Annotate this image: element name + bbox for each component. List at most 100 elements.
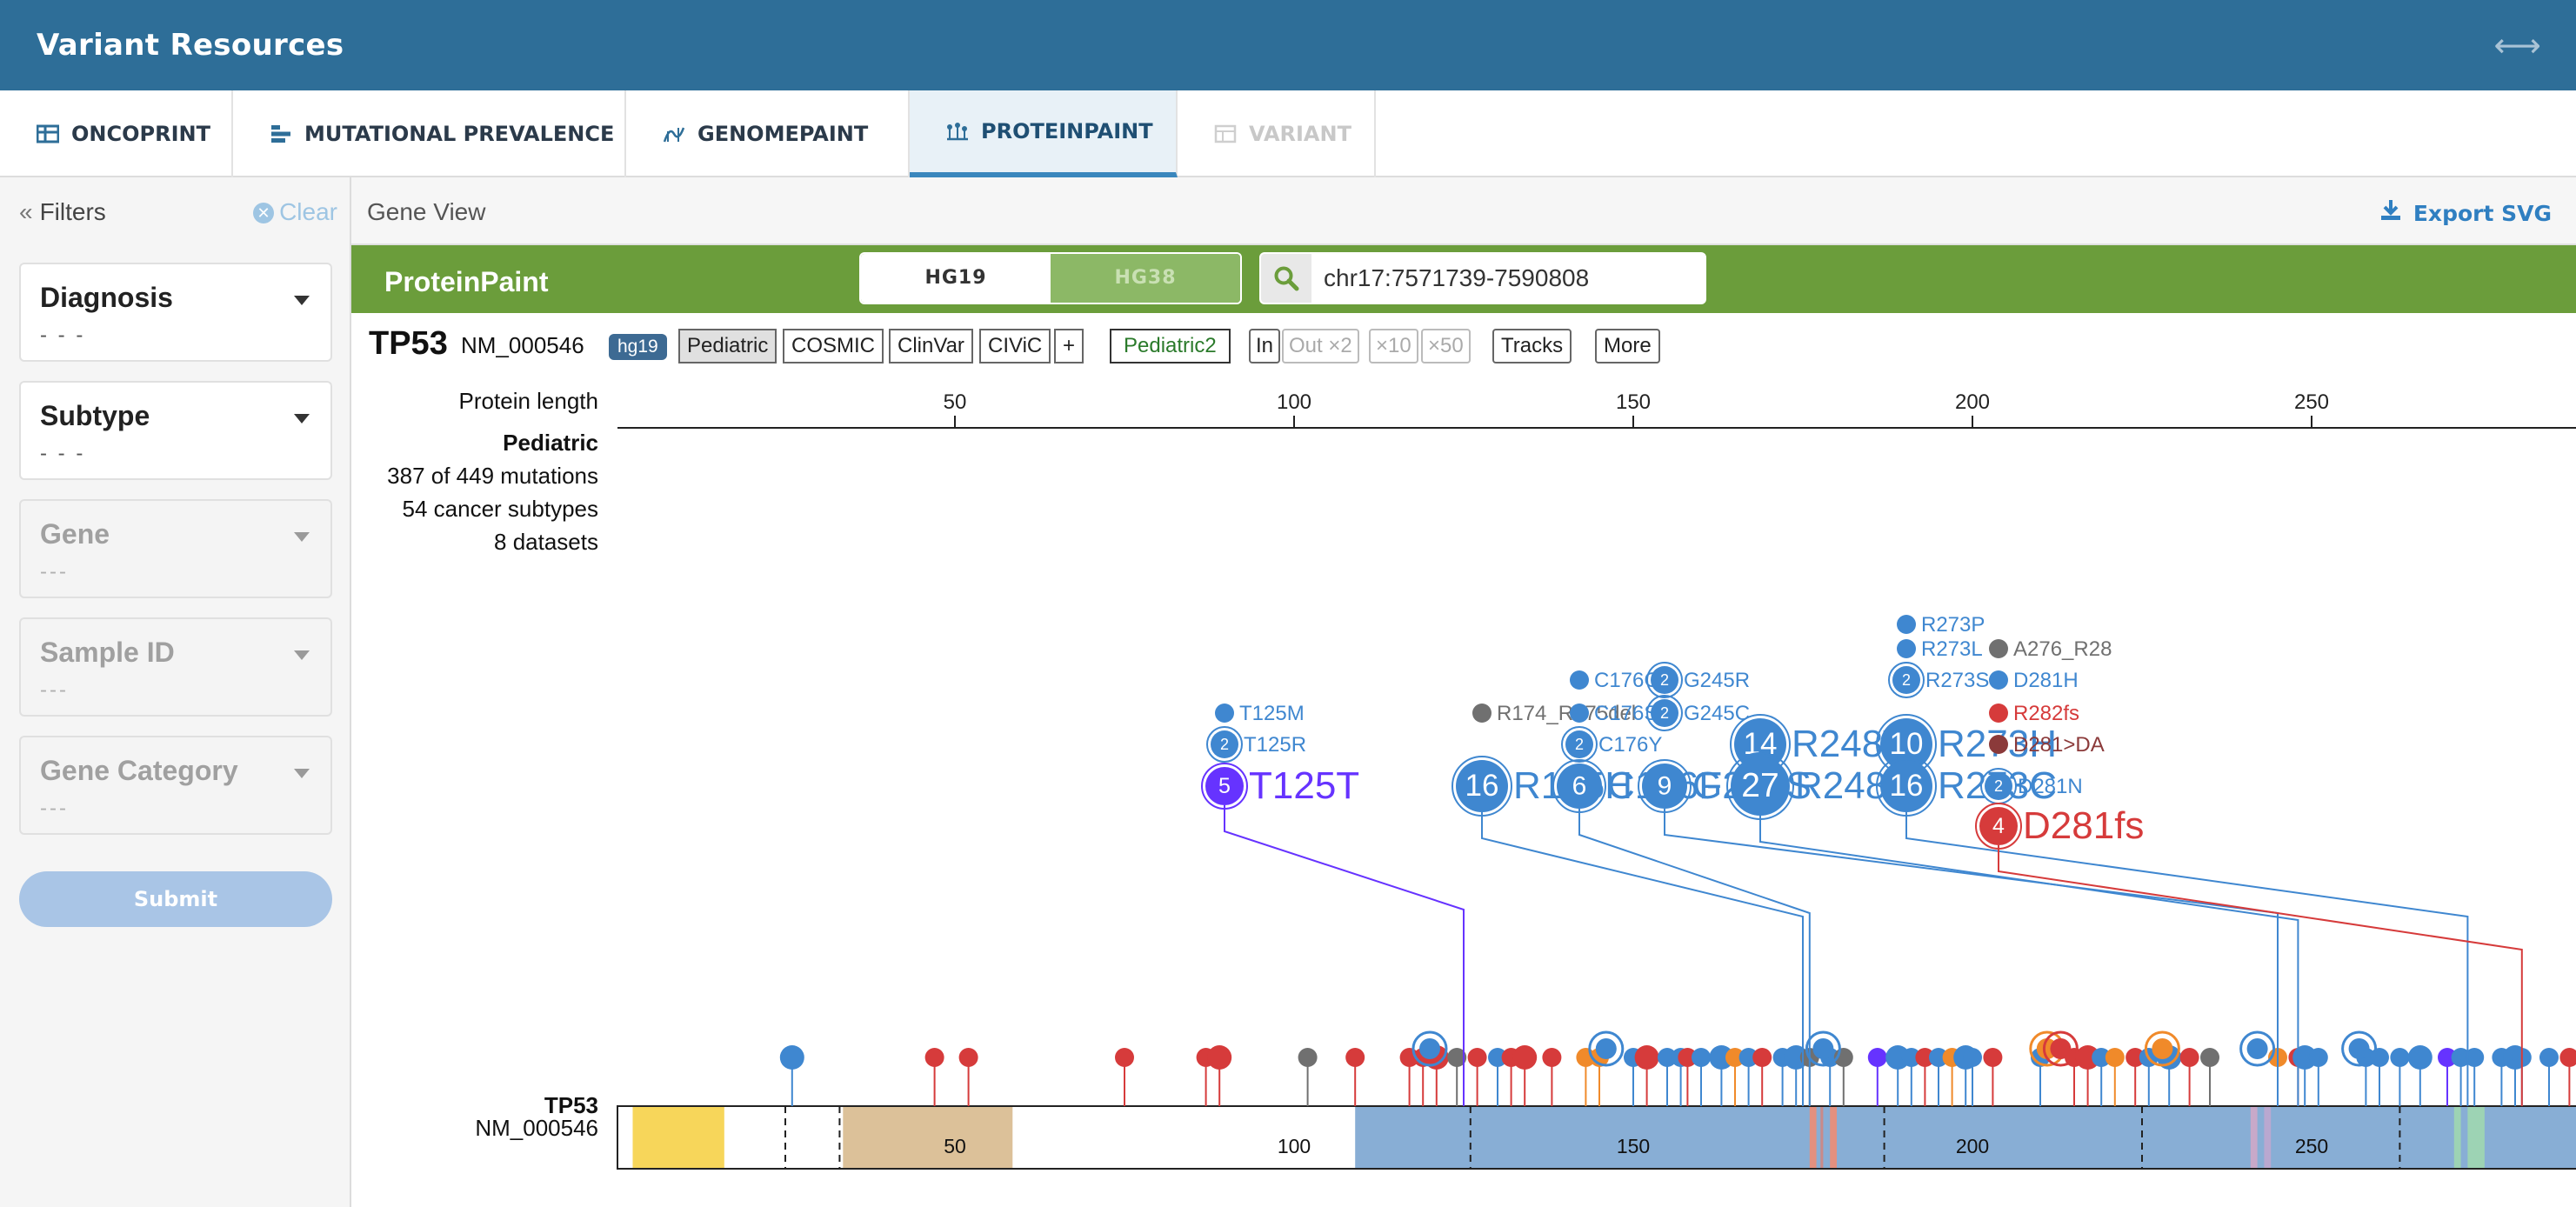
mutation-label: C176Y (1598, 733, 1662, 757)
tab-proteinpaint[interactable]: PROTEINPAINT (910, 90, 1178, 177)
protein-toolbar: TP53 NM_000546 hg19 Pediatric COSMIC Cli… (351, 313, 2576, 377)
genome-hg38-button[interactable]: HG38 (1051, 254, 1240, 303)
track-clinvar-button[interactable]: ClinVar (889, 329, 973, 363)
mutation-g245c[interactable]: 2 G245C (1646, 695, 1750, 731)
download-icon (2380, 198, 2401, 226)
mutation-t125r[interactable]: 2 T125R (1206, 726, 1306, 763)
export-label: Export SVG (2412, 201, 2552, 226)
lollipop-head (1595, 1038, 1617, 1059)
mutation-count: 2 (1220, 736, 1229, 753)
filters-collapse-toggle[interactable]: «Filters (19, 198, 106, 226)
mutation-t125t[interactable]: 5 T125T (1201, 763, 1359, 810)
submit-button[interactable]: Submit (19, 871, 332, 927)
gene-view-title: Gene View (367, 198, 486, 225)
track-tick-label: 250 (2295, 1135, 2328, 1157)
lollipop-head (1542, 1048, 1562, 1067)
more-button[interactable]: More (1595, 329, 1660, 363)
mutation-r273l[interactable]: R273L (1897, 637, 1983, 661)
search-input[interactable] (1311, 254, 1705, 303)
mutation-d281h[interactable]: D281H (1989, 669, 2079, 692)
mutation-label: A276_R28 (2013, 637, 2112, 661)
gene-symbol: TP53 (369, 325, 448, 362)
filter-gene-category[interactable]: Gene Category --- (19, 736, 332, 835)
track-pediatric2-button[interactable]: Pediatric2 (1110, 329, 1231, 363)
lollipop-head (2105, 1048, 2125, 1067)
track-pediatric-button[interactable]: Pediatric (678, 329, 777, 363)
gene-accession: NM_000546 (461, 332, 584, 358)
tab-variant[interactable]: VARIANT (1178, 90, 1376, 177)
track-tick-label: 50 (944, 1135, 966, 1157)
mutation-label: D281fs (2023, 804, 2144, 847)
mutation-a276-r28[interactable]: A276_R28 (1989, 637, 2112, 661)
filter-label: Subtype (40, 400, 150, 431)
mutation-label: D281>DA (2013, 733, 2105, 757)
clear-filters-button[interactable]: ✕ Clear (253, 198, 337, 226)
lollipop-head (924, 1048, 944, 1067)
track-civic-button[interactable]: CIViC (979, 329, 1051, 363)
lollipop-plot[interactable]: 50 100 150 200 250 50 100 150 200 250 T125M 2 T125R 5… (351, 377, 2576, 1207)
tab-mutational-prevalence[interactable]: MUTATIONAL PREVALENCE (233, 90, 626, 177)
mutation-count: 2 (1660, 671, 1669, 689)
mutation-r273p[interactable]: R273P (1897, 613, 1985, 637)
mutation-label: R282fs (2013, 702, 2079, 725)
export-svg-button[interactable]: Export SVG (2380, 198, 2552, 226)
filter-value: - - - (40, 323, 86, 347)
mutation-r282fs[interactable]: R282fs (1989, 702, 2079, 725)
tab-label: GENOMEPAINT (697, 122, 869, 146)
lollipop-head (1419, 1038, 1440, 1059)
mutation-disc (1989, 639, 2008, 658)
lollipop-head (1345, 1048, 1365, 1067)
app-header: Variant Resources ⟷ (0, 0, 2576, 90)
mutation-d281fs[interactable]: 4 D281fs (1975, 803, 2144, 850)
mutation-c176s[interactable]: C176S (1570, 702, 1658, 725)
mutation-r273s[interactable]: 2 R273S (1888, 662, 1989, 698)
expand-horizontal-icon[interactable]: ⟷ (2494, 26, 2541, 65)
filter-gene[interactable]: Gene --- (19, 499, 332, 598)
filter-sample-id[interactable]: Sample ID --- (19, 617, 332, 717)
tracks-button[interactable]: Tracks (1492, 329, 1572, 363)
track-tick-label: 200 (1956, 1135, 1989, 1157)
lollipop-head (2050, 1038, 2072, 1059)
tab-bar: ONCOPRINT MUTATIONAL PREVALENCE GENOMEPA… (0, 90, 2576, 177)
bar-list-icon (271, 125, 290, 143)
axis-tick-label: 250 (2294, 390, 2329, 414)
zoom-out-50x-button[interactable]: ×50 (1421, 329, 1471, 363)
lollipop-head (1512, 1045, 1538, 1070)
mutation-g245r[interactable]: 2 G245R (1646, 662, 1750, 698)
mutation-t125m[interactable]: T125M (1215, 702, 1305, 725)
lollipop-head (2308, 1048, 2328, 1067)
lollipop-icon (947, 123, 968, 141)
lollipop-head (1467, 1048, 1487, 1067)
axis-tick-label: 100 (1277, 390, 1311, 414)
tab-genomepaint[interactable]: GENOMEPAINT (626, 90, 910, 177)
lollipop-head (2179, 1048, 2199, 1067)
caret-down-icon (294, 532, 310, 542)
filter-diagnosis[interactable]: Diagnosis - - - (19, 263, 332, 362)
track-tick-label: 150 (1617, 1135, 1650, 1157)
lollipop-head (2539, 1048, 2559, 1067)
genome-hg19-button[interactable]: HG19 (861, 254, 1051, 303)
tab-label: VARIANT (1249, 122, 1351, 146)
filter-subtype[interactable]: Subtype - - - (19, 381, 332, 480)
track-tick-label: 100 (1278, 1135, 1311, 1157)
add-track-button[interactable]: + (1054, 329, 1084, 363)
zoom-in-button[interactable]: In (1249, 329, 1281, 363)
track-cosmic-button[interactable]: COSMIC (783, 329, 884, 363)
tab-label: ONCOPRINT (71, 122, 210, 146)
filter-value: - - - (40, 442, 86, 465)
lollipop-head (1692, 1048, 1711, 1067)
zoom-out-10x-button[interactable]: ×10 (1369, 329, 1418, 363)
mutation-label: G245R (1684, 669, 1750, 692)
protein-visualization: Protein length Pediatric 387 of 449 muta… (351, 377, 2576, 1207)
tab-oncoprint[interactable]: ONCOPRINT (0, 90, 233, 177)
mutation-count: 5 (1218, 774, 1231, 798)
genomepaint-icon (663, 127, 685, 143)
mutation-c176y[interactable]: 2 C176Y (1561, 726, 1662, 763)
app-title: Variant Resources (37, 28, 344, 63)
search-button[interactable] (1261, 254, 1311, 303)
filter-label: Diagnosis (40, 282, 173, 313)
zoom-out-2x-button[interactable]: Out ×2 (1282, 329, 1359, 363)
lollipop-head (1207, 1045, 1232, 1070)
filter-label: Gene Category (40, 755, 238, 786)
mutation-count: 4 (1992, 814, 2005, 838)
